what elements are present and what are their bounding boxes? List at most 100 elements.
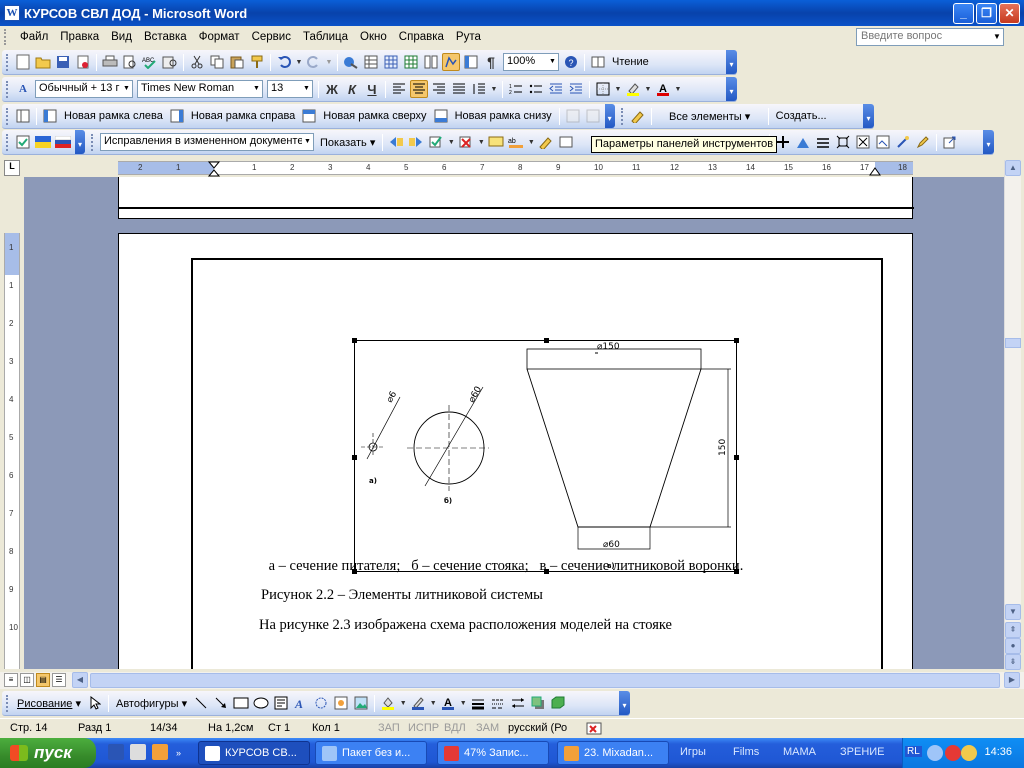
show-hide-icon[interactable]: ¶ [482,53,500,71]
document-map-icon[interactable] [462,53,480,71]
chevron-down-icon[interactable]: ▼ [547,54,558,70]
task-music[interactable]: 23. Mixadan... [557,741,669,765]
increase-indent-icon[interactable] [567,80,585,98]
clipart-icon[interactable] [332,694,350,712]
underline-button[interactable]: Ч [363,80,381,98]
menu-edit[interactable]: Правка [54,31,105,43]
menu-file[interactable]: Файл [14,31,54,43]
chevron-down-icon[interactable]: ▼ [477,133,485,151]
reject-change-icon[interactable] [457,133,475,151]
reading-layout-label[interactable]: Чтение [608,56,653,68]
chevron-down-icon[interactable]: ▼ [527,133,535,151]
chevron-down-icon[interactable]: ▼ [644,80,652,98]
font-color-icon[interactable]: A [654,80,672,98]
paste-icon[interactable] [228,53,246,71]
tray-app-icon[interactable] [945,745,961,761]
quicklaunch-more-icon[interactable]: » [176,748,184,758]
menubar-grip[interactable] [4,29,8,45]
horizontal-scrollbar[interactable]: ◀ ▶ [72,672,1020,689]
outline-view-icon[interactable]: ☰ [52,673,66,687]
align-center-icon[interactable] [410,80,428,98]
font-color-icon[interactable]: A [439,694,457,712]
arrow-icon[interactable] [212,694,230,712]
hyperlink-icon[interactable] [342,53,360,71]
status-trk[interactable]: ИСПР [408,722,439,734]
language-indicator[interactable]: RL [905,746,922,757]
delete-frame-icon[interactable] [854,133,872,151]
display-for-review-combo[interactable]: Исправления в измененном документе ▼ [100,133,314,151]
pencil-icon[interactable] [914,133,932,151]
styles-formatting-icon[interactable]: A [14,80,32,98]
scroll-up-icon[interactable]: ▲ [1005,160,1021,176]
save-icon[interactable] [54,53,72,71]
insert-excel-icon[interactable] [402,53,420,71]
diagram-icon[interactable] [312,694,330,712]
toolbar-options-icon[interactable]: ▾ [75,130,85,154]
menu-tools[interactable]: Сервис [246,31,297,43]
new-document-icon[interactable] [14,53,32,71]
triangle-ruler-icon[interactable] [794,133,812,151]
italic-button[interactable]: К [343,80,361,98]
track-changes-icon[interactable]: ab [507,133,525,151]
status-ext[interactable]: ВДЛ [444,722,466,734]
frame-table-icon[interactable] [14,107,32,125]
chevron-down-icon[interactable]: ▼ [614,80,622,98]
chevron-down-icon[interactable]: ▼ [325,53,333,71]
drawing-toggle-icon[interactable] [442,53,460,71]
toolbar-options-icon[interactable]: ▾ [726,50,737,74]
insert-table-icon[interactable] [382,53,400,71]
menu-insert[interactable]: Вставка [138,31,193,43]
numbering-icon[interactable]: 12 [507,80,525,98]
word-app-icon[interactable]: W [4,5,20,21]
line-color-icon[interactable] [409,694,427,712]
minimize-button[interactable]: _ [953,3,974,24]
drawing-menu[interactable]: Рисование ▾ [13,697,85,710]
indent-marker-icon[interactable] [208,161,220,177]
body-paragraph[interactable]: На рисунке 2.3 изображена схема располож… [259,617,672,634]
quicklaunch-word-icon[interactable] [108,744,124,760]
redo-icon[interactable] [305,53,323,71]
chevron-down-icon[interactable]: ▼ [302,134,313,150]
spelling-icon[interactable]: ABC [141,53,159,71]
scroll-right-icon[interactable]: ▶ [1004,672,1020,688]
toolbar-options-icon[interactable]: ▾ [604,104,615,128]
chevron-down-icon[interactable]: ▼ [301,81,312,97]
previous-change-icon[interactable] [387,133,405,151]
menu-view[interactable]: Вид [105,31,138,43]
current-page[interactable]: ⌀6 а) ⌀60 б) ⌀150 150 ⌀60 в) а – сечение… [118,233,913,669]
autoshapes-menu[interactable]: Автофигуры ▾ [112,697,191,710]
toolbar-label-mama[interactable]: МАМА [783,746,816,758]
zoom-combo[interactable]: 100% ▼ [503,53,559,71]
chevron-down-icon[interactable]: ▼ [991,29,1003,45]
bold-button[interactable]: Ж [323,80,341,98]
font-combo[interactable]: Times New Roman ▼ [137,80,263,98]
line-weight-icon[interactable] [814,133,832,151]
fit-frame-icon[interactable] [834,133,852,151]
chevron-down-icon[interactable]: ▼ [121,81,132,97]
horizontal-ruler[interactable]: 2 1 1 2 3 4 5 6 7 8 9 10 11 12 13 14 15 16 17 18 [118,161,913,177]
wand-icon[interactable] [894,133,912,151]
status-ovr[interactable]: ЗАМ [476,722,499,734]
reviewing-pane-icon[interactable] [537,133,555,151]
tray-expand-icon[interactable] [927,745,943,761]
toolbar-options-icon[interactable]: ▾ [726,77,737,101]
3d-icon[interactable] [549,694,567,712]
chevron-down-icon[interactable]: ▼ [459,694,467,712]
chevron-down-icon[interactable]: ▼ [674,80,682,98]
close-button[interactable]: ✕ [999,3,1020,24]
menu-ruta[interactable]: Рута [450,31,487,43]
frame-left-icon[interactable] [41,107,59,125]
status-language[interactable]: русский (Ро [508,722,567,734]
stamp-icon[interactable] [874,133,892,151]
new-frame-top-button[interactable]: Новая рамка сверху [319,110,430,122]
tray-sound-icon[interactable] [961,745,977,761]
print-preview-icon[interactable] [121,53,139,71]
arrow-style-icon[interactable] [509,694,527,712]
permission-icon[interactable] [74,53,92,71]
next-change-icon[interactable] [407,133,425,151]
align-right-icon[interactable] [430,80,448,98]
spelling-check-icon[interactable] [14,133,32,151]
insert-comment-icon[interactable] [487,133,505,151]
chevron-down-icon[interactable]: ▼ [251,81,262,97]
resize-handle[interactable] [352,338,357,343]
